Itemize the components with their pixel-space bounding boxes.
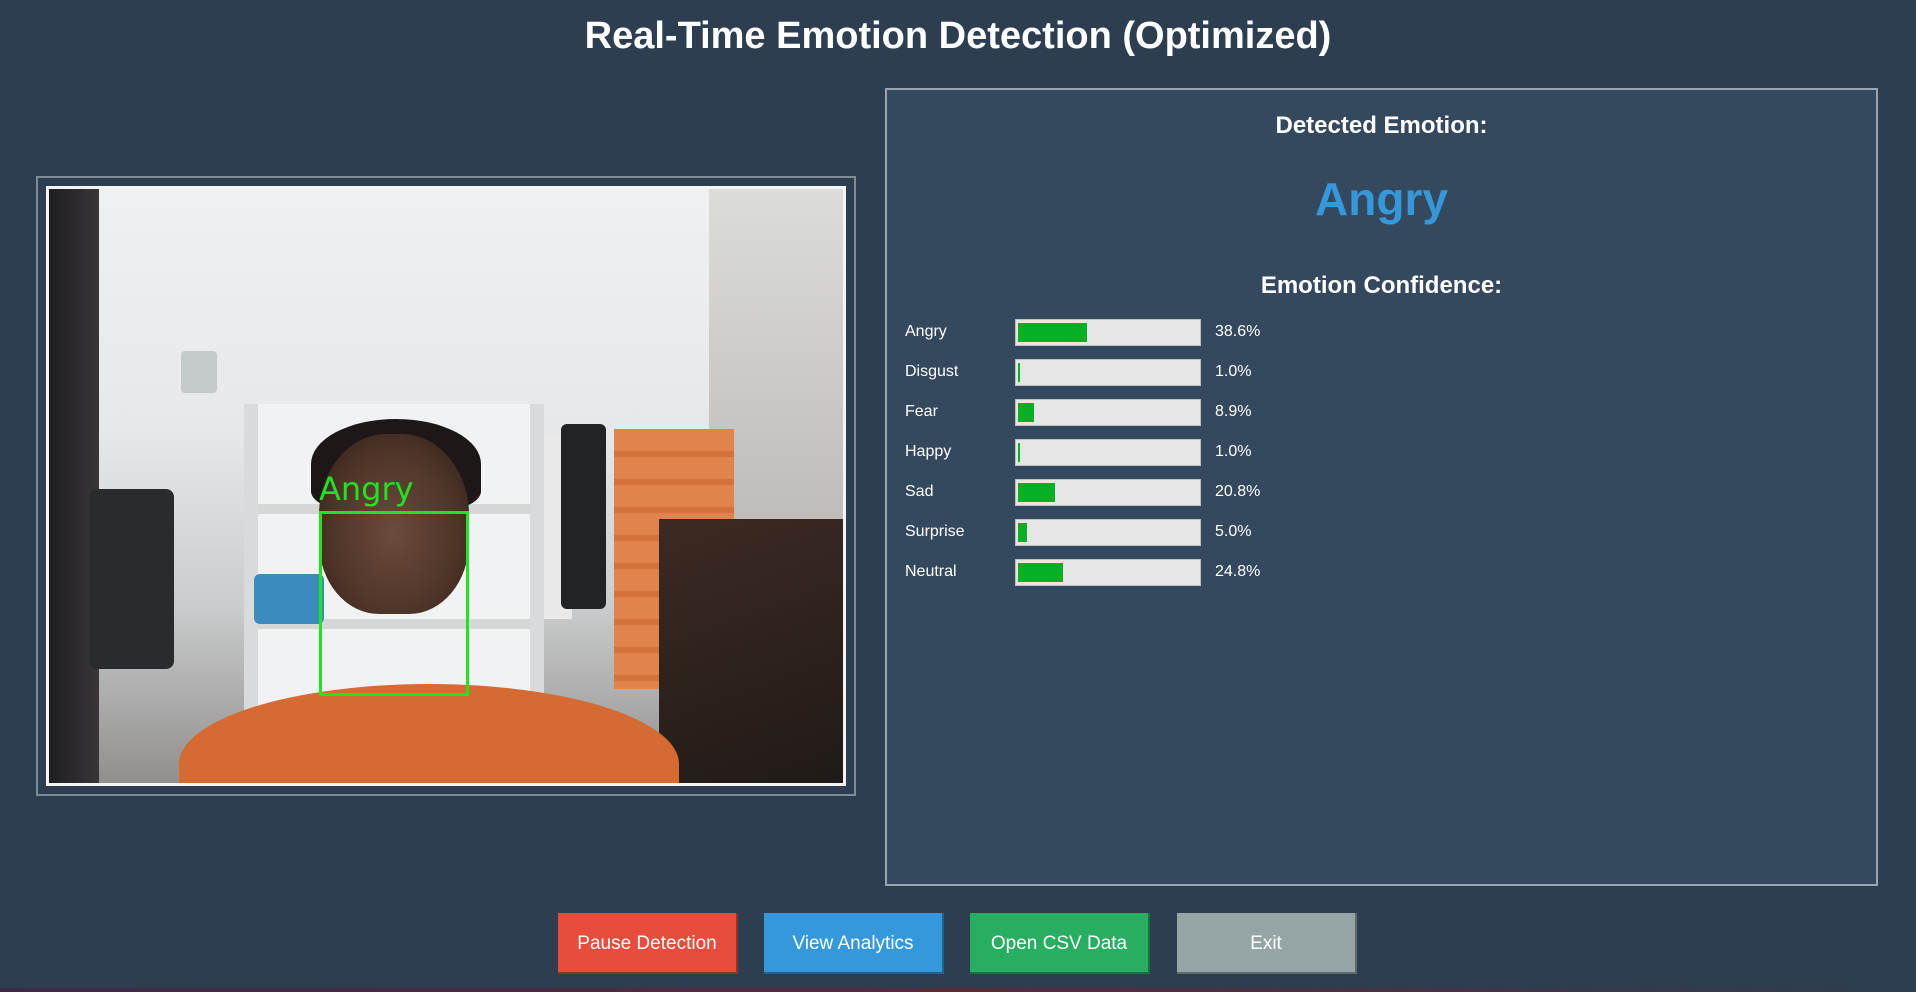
emotion-row-disgust: Disgust 1.0% bbox=[905, 358, 1305, 388]
confidence-bar bbox=[1015, 519, 1201, 546]
confidence-percent: 5.0% bbox=[1215, 523, 1252, 540]
confidence-percent: 24.8% bbox=[1215, 563, 1261, 580]
confidence-bar-fill bbox=[1018, 363, 1020, 382]
emotion-name: Happy bbox=[905, 443, 952, 460]
emotion-info-panel: Detected Emotion: Angry Emotion Confiden… bbox=[885, 88, 1878, 886]
confidence-bar-fill bbox=[1018, 483, 1055, 502]
confidence-bar-fill bbox=[1018, 323, 1087, 342]
confidence-percent: 1.0% bbox=[1215, 443, 1252, 460]
open-csv-data-button[interactable]: Open CSV Data bbox=[970, 913, 1150, 974]
pause-detection-button[interactable]: Pause Detection bbox=[558, 913, 738, 974]
confidence-percent: 38.6% bbox=[1215, 323, 1261, 340]
detected-emotion-value: Angry bbox=[1315, 173, 1448, 225]
face-emotion-label: Angry bbox=[319, 470, 414, 508]
emotion-row-fear: Fear 8.9% bbox=[905, 398, 1305, 428]
webcam-cloth bbox=[561, 424, 606, 609]
emotion-name: Disgust bbox=[905, 363, 959, 380]
emotion-row-angry: Angry 38.6% bbox=[905, 318, 1305, 348]
confidence-bar bbox=[1015, 359, 1201, 386]
emotion-row-sad: Sad 20.8% bbox=[905, 478, 1305, 508]
confidence-bar bbox=[1015, 439, 1201, 466]
emotion-name: Sad bbox=[905, 483, 934, 500]
taskbar-edge bbox=[0, 988, 1916, 992]
emotion-name: Neutral bbox=[905, 563, 957, 580]
confidence-bar-fill bbox=[1018, 403, 1034, 422]
app-title: Real-Time Emotion Detection (Optimized) bbox=[584, 15, 1332, 57]
confidence-percent: 8.9% bbox=[1215, 403, 1252, 420]
webcam-jar bbox=[181, 351, 217, 393]
face-bounding-box bbox=[319, 511, 469, 696]
view-analytics-button[interactable]: View Analytics bbox=[764, 913, 944, 974]
emotion-row-neutral: Neutral 24.8% bbox=[905, 558, 1305, 588]
emotion-confidence-heading: Emotion Confidence: bbox=[1260, 272, 1503, 299]
webcam-bag bbox=[254, 574, 324, 624]
detected-emotion-heading: Detected Emotion: bbox=[1275, 112, 1488, 139]
webcam-cloth bbox=[89, 489, 174, 669]
emotion-name: Surprise bbox=[905, 523, 965, 540]
emotion-name: Angry bbox=[905, 323, 947, 340]
confidence-bar bbox=[1015, 559, 1201, 586]
emotion-name: Fear bbox=[905, 403, 938, 420]
confidence-bar-fill bbox=[1018, 443, 1020, 462]
confidence-percent: 1.0% bbox=[1215, 363, 1252, 380]
exit-button[interactable]: Exit bbox=[1177, 913, 1357, 974]
confidence-bar bbox=[1015, 399, 1201, 426]
confidence-bar bbox=[1015, 319, 1201, 346]
video-feed: Angry bbox=[46, 186, 846, 786]
emotion-row-happy: Happy 1.0% bbox=[905, 438, 1305, 468]
confidence-bar-fill bbox=[1018, 563, 1063, 582]
video-feed-frame: Angry bbox=[36, 176, 856, 796]
confidence-bar bbox=[1015, 479, 1201, 506]
webcam-bed-frame bbox=[659, 519, 843, 783]
confidence-percent: 20.8% bbox=[1215, 483, 1261, 500]
webcam-door bbox=[49, 189, 99, 783]
confidence-bar-fill bbox=[1018, 523, 1027, 542]
emotion-row-surprise: Surprise 5.0% bbox=[905, 518, 1305, 548]
